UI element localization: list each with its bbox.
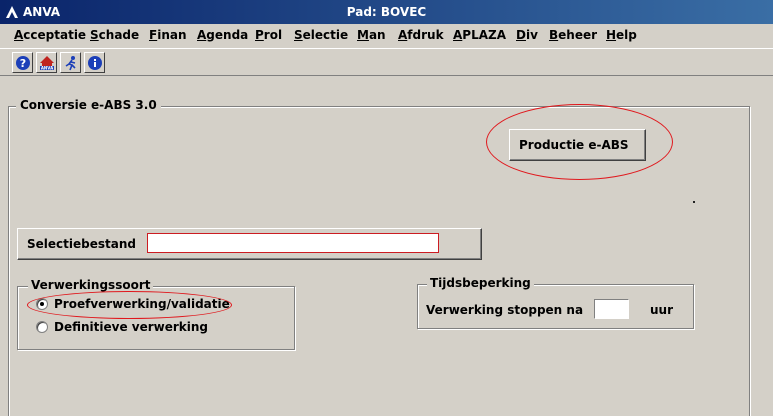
menu-div[interactable]: Div [516, 28, 538, 42]
svg-text:?: ? [20, 57, 26, 70]
definitieve-verwerking-label: Definitieve verwerking [54, 320, 209, 334]
menu-acceptatie[interactable]: Acceptatie [14, 28, 86, 42]
help-icon: ? [16, 56, 30, 70]
menu-man[interactable]: Man [357, 28, 386, 42]
menu-prol[interactable]: Prol [255, 28, 282, 42]
anva-home-button[interactable]: ANVA [36, 52, 57, 73]
menu-aplaza[interactable]: APLAZA [453, 28, 506, 42]
verwerking-stoppen-label: Verwerking stoppen na [426, 303, 584, 317]
menu-agenda[interactable]: Agenda [197, 28, 248, 42]
stray-dot [693, 201, 695, 203]
proefverwerking-label: Proefverwerking/validatie [54, 297, 230, 311]
menu-help[interactable]: Help [606, 28, 637, 42]
menu-afdruk[interactable]: Afdruk [398, 28, 444, 42]
info-icon [88, 56, 102, 70]
help-button[interactable]: ? [12, 52, 33, 73]
anva-home-icon: ANVA [40, 56, 54, 71]
verwerkingssoort-title: Verwerkingssoort [28, 278, 154, 292]
tijdsbeperking-title: Tijdsbeperking [427, 276, 534, 290]
menu-finan[interactable]: Finan [149, 28, 187, 42]
svg-text:ANVA: ANVA [41, 66, 54, 71]
menu-schade[interactable]: Schade [90, 28, 139, 42]
title-bar: ANVA Pad: BOVEC [0, 0, 773, 24]
menu-beheer[interactable]: Beheer [549, 28, 597, 42]
radio-button-checked[interactable] [36, 298, 48, 310]
toolbar: ? ANVA [0, 48, 773, 76]
selectiebestand-panel: Selectiebestand [17, 228, 482, 260]
stoppen-na-uur-input[interactable] [594, 299, 629, 319]
productie-eabs-button[interactable]: Productie e-ABS [509, 129, 646, 161]
uur-unit-label: uur [650, 303, 674, 317]
selectiebestand-input[interactable] [147, 233, 439, 253]
menu-selectie[interactable]: Selectie [294, 28, 348, 42]
run-icon [65, 56, 76, 71]
selectiebestand-label: Selectiebestand [27, 237, 136, 251]
menu-bar: Acceptatie Schade Finan Agenda Prol Sele… [0, 24, 773, 48]
form-title: Conversie e-ABS 3.0 [16, 98, 161, 112]
radio-button-unchecked[interactable] [36, 321, 48, 333]
window-title: Pad: BOVEC [346, 5, 427, 19]
verwerkingssoort-group [17, 286, 295, 350]
run-button[interactable] [60, 52, 81, 73]
info-button[interactable] [84, 52, 105, 73]
